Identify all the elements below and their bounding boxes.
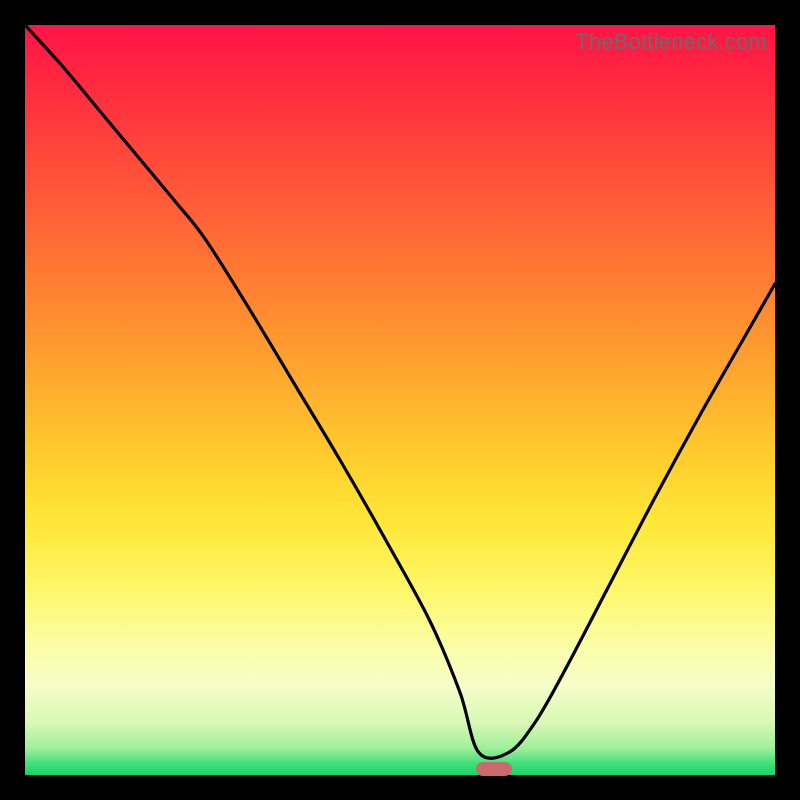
bottleneck-curve	[25, 25, 775, 758]
plot-area: TheBottleneck.com	[25, 25, 775, 775]
watermark-text: TheBottleneck.com	[575, 29, 767, 55]
optimal-point-marker	[476, 762, 512, 776]
chart-frame: TheBottleneck.com	[0, 0, 800, 800]
curve-layer	[25, 25, 775, 775]
